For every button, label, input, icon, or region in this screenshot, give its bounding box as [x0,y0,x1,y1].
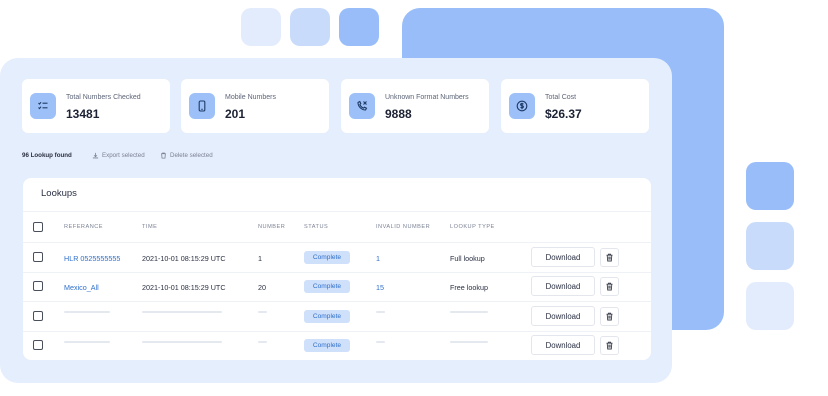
placeholder-bar [258,341,267,343]
delete-row-button[interactable] [600,277,619,296]
delete-row-button[interactable] [600,307,619,326]
delete-selected-label: Delete selected [170,152,213,159]
list-check-icon [30,93,56,119]
divider [23,211,651,212]
phone-icon [189,93,215,119]
stat-value: 13481 [66,107,100,121]
placeholder-bar [258,311,267,313]
divider [23,242,651,243]
reference-link[interactable]: HLR 0525555555 [64,254,120,263]
stat-value: $26.37 [545,107,582,121]
column-header-reference: REFERANCE [64,224,103,230]
decorative-square [241,8,281,46]
invalid-number-link[interactable]: 1 [376,254,380,263]
placeholder-bar [376,311,385,313]
delete-selected-button[interactable]: Delete selected [160,152,213,159]
decorative-square [339,8,379,46]
table-title: Lookups [41,188,77,199]
lookup-panel: Total Numbers Checked 13481 Mobile Numbe… [0,58,672,383]
column-header-time: TIME [142,224,158,230]
column-header-number: NUMBER [258,224,286,230]
column-header-status: STATUS [304,224,329,230]
phone-missed-icon [349,93,375,119]
row-checkbox[interactable] [33,340,43,350]
stat-card-total-cost: Total Cost $26.37 [501,79,649,133]
lookups-table-card: Lookups REFERANCE TIME NUMBER STATUS INV… [23,178,651,360]
placeholder-bar [376,341,385,343]
stage: Total Numbers Checked 13481 Mobile Numbe… [0,0,828,396]
divider [23,301,651,302]
lookup-type-cell: Full lookup [450,254,485,263]
placeholder-bar [142,311,222,313]
stat-value: 201 [225,107,246,121]
invalid-number-link[interactable]: 15 [376,283,384,292]
stat-card-unknown-format: Unknown Format Numbers 9888 [341,79,489,133]
trash-icon [606,341,613,350]
row-checkbox[interactable] [33,281,43,291]
decorative-square [746,222,794,270]
stat-card-total-numbers: Total Numbers Checked 13481 [22,79,170,133]
status-badge: Complete [304,310,350,323]
placeholder-bar [450,341,488,343]
lookup-count: 96 Lookup found [22,152,72,159]
row-checkbox[interactable] [33,311,43,321]
export-selected-label: Export selected [102,152,145,159]
decorative-square [290,8,330,46]
trash-icon [606,282,613,291]
time-cell: 2021-10-01 08:15:29 UTC [142,254,226,263]
stat-label: Unknown Format Numbers [385,94,469,101]
placeholder-bar [64,311,110,313]
delete-row-button[interactable] [600,336,619,355]
trash-icon [606,253,613,262]
download-button[interactable]: Download [531,247,595,267]
stat-label: Total Cost [545,94,577,101]
select-all-checkbox[interactable] [33,222,43,232]
lookup-type-cell: Free lookup [450,283,488,292]
stat-label: Total Numbers Checked [66,94,141,101]
number-cell: 1 [258,254,262,263]
placeholder-bar [450,311,488,313]
trash-icon [606,312,613,321]
status-badge: Complete [304,280,350,293]
row-checkbox[interactable] [33,252,43,262]
delete-row-button[interactable] [600,248,619,267]
status-badge: Complete [304,251,350,264]
decorative-square [746,162,794,210]
dollar-icon [509,93,535,119]
stat-label: Mobile Numbers [225,94,276,101]
download-button[interactable]: Download [531,276,595,296]
divider [23,331,651,332]
download-button[interactable]: Download [531,306,595,326]
trash-icon [161,152,166,159]
stat-card-mobile-numbers: Mobile Numbers 201 [181,79,329,133]
download-button[interactable]: Download [531,335,595,355]
time-cell: 2021-10-01 08:15:29 UTC [142,283,226,292]
reference-link[interactable]: Mexico_All [64,283,99,292]
divider [23,272,651,273]
number-cell: 20 [258,283,266,292]
decorative-square [746,282,794,330]
download-icon [92,152,99,159]
export-selected-button[interactable]: Export selected [92,152,145,159]
placeholder-bar [64,341,110,343]
stat-value: 9888 [385,107,412,121]
status-badge: Complete [304,339,350,352]
column-header-invalid-number: INVALID NUMBER [376,224,431,230]
placeholder-bar [142,341,222,343]
column-header-lookup-type: LOOKUP TYPE [450,224,495,230]
